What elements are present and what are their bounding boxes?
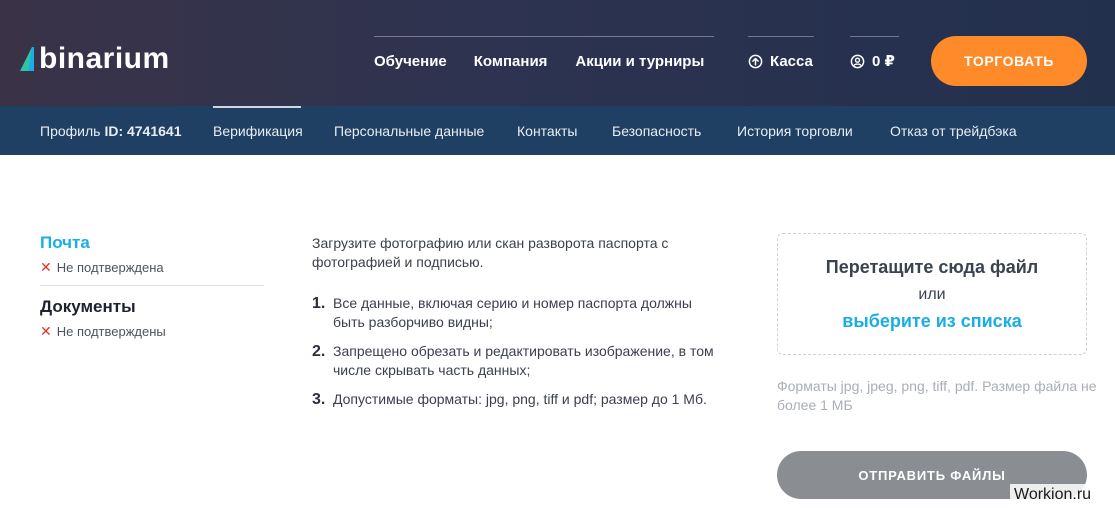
- rule-number: 1.: [312, 295, 326, 312]
- verification-status: Почта ✕ Не подтверждена Документы ✕ Не п…: [40, 232, 264, 339]
- documents-status-text: Не подтверждены: [56, 324, 166, 339]
- close-icon: ✕: [40, 323, 52, 339]
- tab-verification[interactable]: Верификация: [213, 106, 303, 155]
- profile-subnav: Профиль ID: 4741641 Верификация Персонал…: [0, 106, 1115, 155]
- tab-security-label: Безопасность: [612, 122, 702, 139]
- upload-instructions: Загрузите фотографию или скан разворота …: [312, 234, 722, 419]
- tab-contacts-label: Контакты: [517, 122, 578, 139]
- main-nav: Обучение Компания Акции и турниры: [374, 36, 714, 86]
- instructions-rules: 1. Все данные, включая серию и номер пас…: [312, 294, 722, 409]
- rule-number: 2.: [312, 343, 326, 360]
- tab-personal-data-label: Персональные данные: [334, 122, 485, 139]
- cashier-link[interactable]: Касса: [748, 36, 814, 86]
- nav-cashier: Касса: [770, 52, 813, 70]
- email-status-title[interactable]: Почта: [40, 232, 264, 254]
- dropzone-title: Перетащите сюда файл: [825, 257, 1039, 277]
- email-status-text: Не подтверждена: [56, 260, 164, 275]
- list-item: 2. Запрещено обрезать и редактировать из…: [312, 342, 722, 380]
- tab-contacts[interactable]: Контакты: [517, 106, 577, 155]
- nav-promos[interactable]: Акции и турниры: [575, 53, 704, 70]
- profile-id-label: Профиль ID: 4741641: [40, 106, 182, 155]
- email-status: ✕ Не подтверждена: [40, 260, 264, 275]
- logo-text: binarium: [39, 42, 170, 75]
- rule-text: Допустимые форматы: jpg, png, tiff и pdf…: [333, 391, 707, 407]
- documents-status-title: Документы: [40, 297, 136, 316]
- profile-id-value: ID: 4741641: [104, 122, 182, 139]
- close-icon: ✕: [40, 259, 52, 275]
- balance-value: 0 ₽: [872, 53, 895, 70]
- file-dropzone[interactable]: Перетащите сюда файл или выберите из спи…: [777, 233, 1087, 355]
- main-nav-links: Обучение Компания Акции и турниры: [374, 36, 714, 86]
- tab-tradeback-refusal-label: Отказ от трейдбэка: [890, 122, 1017, 139]
- tab-trade-history[interactable]: История торговли: [737, 106, 853, 155]
- tab-trade-history-label: История торговли: [737, 122, 853, 139]
- choose-file-link[interactable]: выберите из списка: [778, 310, 1086, 332]
- binarium-logo[interactable]: binarium: [18, 44, 170, 74]
- documents-status: ✕ Не подтверждены: [40, 324, 264, 339]
- trade-button[interactable]: ТОРГОВАТЬ: [931, 36, 1087, 86]
- tab-verification-label: Верификация: [213, 122, 303, 139]
- rule-text: Все данные, включая серию и номер паспор…: [333, 295, 692, 330]
- balance-group: 0 ₽: [850, 36, 899, 86]
- tab-tradeback-refusal[interactable]: Отказ от трейдбэка: [890, 106, 1017, 155]
- status-divider: [40, 285, 264, 286]
- nav-company[interactable]: Компания: [474, 53, 548, 70]
- watermark: Workion.ru: [1010, 484, 1096, 506]
- cashier-group: Касса: [748, 36, 814, 86]
- arrow-up-circle-icon: [748, 54, 763, 68]
- profile-label-text: Профиль: [40, 122, 101, 139]
- balance-link[interactable]: 0 ₽: [850, 36, 899, 86]
- list-item: 1. Все данные, включая серию и номер пас…: [312, 294, 722, 332]
- nav-learning[interactable]: Обучение: [374, 53, 447, 70]
- top-header: binarium Обучение Компания Акции и турни…: [0, 0, 1115, 106]
- dropzone-or: или: [918, 286, 946, 303]
- tab-personal-data[interactable]: Персональные данные: [334, 106, 484, 155]
- user-circle-icon: [850, 54, 865, 68]
- binarium-logo-icon: [20, 47, 34, 71]
- file-format-hint: Форматы jpg, jpeg, png, tiff, pdf. Разме…: [777, 378, 1097, 413]
- rule-number: 3.: [312, 391, 326, 408]
- rule-text: Запрещено обрезать и редактировать изобр…: [333, 343, 714, 378]
- instructions-intro: Загрузите фотографию или скан разворота …: [312, 235, 669, 270]
- tab-security[interactable]: Безопасность: [612, 106, 701, 155]
- list-item: 3. Допустимые форматы: jpg, png, tiff и …: [312, 390, 722, 409]
